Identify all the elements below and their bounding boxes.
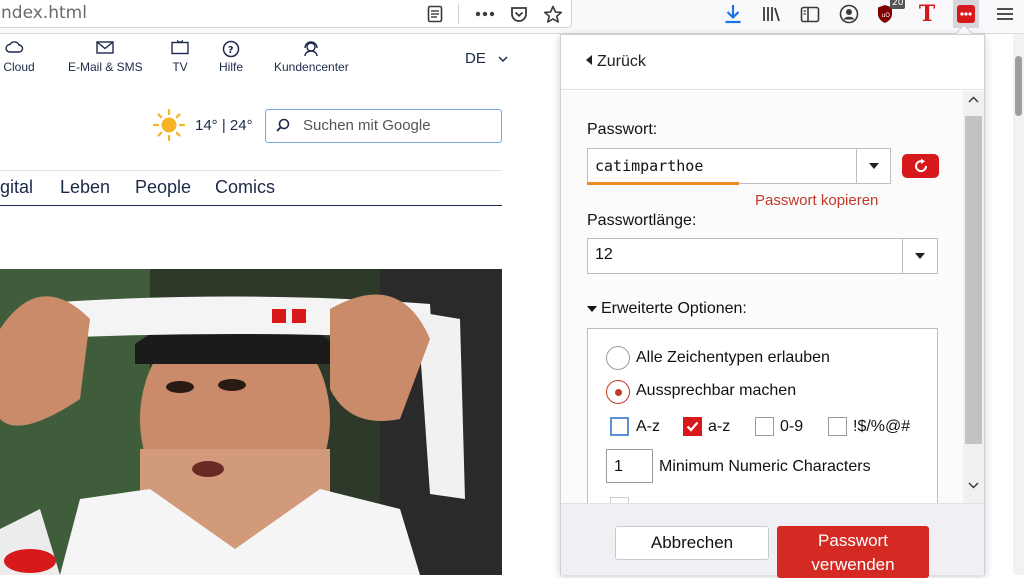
divider — [0, 170, 502, 171]
refresh-icon — [914, 158, 927, 173]
password-extension-button[interactable] — [953, 0, 979, 28]
download-icon[interactable] — [720, 2, 746, 26]
chevron-down-icon — [869, 163, 879, 169]
checkbox-lowercase[interactable] — [683, 417, 702, 436]
advanced-options-box: Alle Zeichentypen erlauben Aussprechbar … — [587, 328, 938, 503]
nav-label: Kundencenter — [274, 60, 349, 74]
advanced-options-title: Erweiterte Optionen: — [601, 300, 747, 317]
website-content: y Cloud E-Mail & SMS TV ? Hilfe Kundence… — [0, 34, 560, 575]
cloud-icon — [0, 40, 35, 60]
browser-toolbar: ndex.html uO 20 T — [0, 0, 1024, 34]
min-numeric-value: 1 — [614, 458, 623, 475]
length-select[interactable]: 12 — [587, 238, 938, 274]
menu-icon[interactable] — [992, 2, 1018, 26]
use-password-button[interactable]: Passwort verwenden — [777, 526, 929, 578]
radio-pronounceable[interactable] — [606, 380, 630, 404]
panel-footer: Abbrechen Passwort verwenden — [561, 503, 984, 578]
site-search-input[interactable]: Suchen mit Google — [265, 109, 502, 143]
password-strength-bar — [587, 182, 739, 185]
nav-label: TV — [172, 60, 188, 74]
nav-tv[interactable]: TV — [171, 40, 189, 74]
url-text: ndex.html — [1, 3, 87, 23]
radio-all-types-label: Alle Zeichentypen erlauben — [636, 349, 830, 366]
scroll-up-icon — [968, 96, 979, 103]
support-icon — [274, 40, 349, 60]
nav-cloud[interactable]: y Cloud — [0, 40, 35, 74]
pocket-icon[interactable] — [506, 2, 532, 26]
category-leben[interactable]: Leben — [60, 177, 110, 198]
password-label: Passwort: — [587, 121, 658, 138]
checkbox-digits-label: 0-9 — [780, 418, 804, 435]
regenerate-button[interactable] — [902, 154, 939, 178]
language-label: DE — [465, 50, 486, 67]
search-placeholder: Suchen mit Google — [303, 117, 431, 134]
nav-mail[interactable]: E-Mail & SMS — [68, 40, 143, 74]
tab-extension-icon[interactable]: T — [914, 1, 940, 27]
checkbox-lowercase-label: a-z — [708, 418, 731, 435]
checkbox-uppercase-label: A-z — [636, 418, 660, 435]
password-dropdown-button[interactable] — [856, 149, 891, 183]
length-value: 12 — [595, 246, 613, 263]
nav-label: Hilfe — [219, 60, 244, 74]
toolbar-separator — [458, 4, 459, 24]
panel-header: Zurück — [561, 35, 984, 90]
nav-label: E-Mail & SMS — [68, 60, 143, 74]
copy-password-link[interactable]: Passwort kopieren — [755, 192, 878, 209]
tv-icon — [171, 40, 189, 60]
password-extension-icon — [957, 5, 975, 23]
use-password-label-line2: verwenden — [811, 555, 895, 574]
length-label: Passwortlänge: — [587, 212, 697, 229]
panel-scroll-area: Passwort: catimparthoe Passwort kopieren… — [561, 91, 984, 503]
weather-temperature: 14° | 24° — [195, 117, 253, 134]
page-scrollbar-thumb[interactable] — [1015, 56, 1022, 116]
checkmark-icon — [686, 421, 699, 432]
search-icon — [276, 118, 290, 132]
use-password-label-line1: Passwort — [818, 531, 888, 550]
nav-help[interactable]: ? Hilfe — [219, 40, 243, 74]
ublock-icon[interactable]: uO 20 — [874, 0, 906, 26]
sun-icon — [152, 108, 186, 142]
library-icon[interactable] — [758, 2, 784, 26]
category-digital[interactable]: igital — [0, 177, 33, 198]
advanced-options-toggle[interactable]: Erweiterte Optionen: — [587, 300, 747, 318]
category-people[interactable]: People — [135, 177, 191, 198]
language-selector[interactable]: DE — [465, 50, 508, 67]
radio-pronounceable-label: Aussprechbar machen — [636, 382, 797, 399]
mail-icon — [68, 40, 143, 60]
back-arrow-icon — [586, 55, 592, 65]
checkbox-digits[interactable] — [755, 417, 774, 436]
ublock-badge: 20 — [890, 0, 906, 9]
back-label: Zurück — [597, 53, 646, 70]
checkbox-uppercase[interactable] — [610, 417, 629, 436]
sidebar-icon[interactable] — [797, 2, 823, 26]
category-comics[interactable]: Comics — [215, 177, 275, 198]
scroll-down-icon — [968, 482, 979, 489]
bookmark-star-icon[interactable] — [540, 2, 566, 26]
chevron-down-icon — [915, 253, 925, 259]
length-dropdown-button[interactable] — [902, 239, 937, 273]
nav-customer-center[interactable]: Kundencenter — [274, 40, 349, 74]
more-icon[interactable] — [472, 2, 498, 26]
caret-down-icon — [587, 306, 597, 312]
account-icon[interactable] — [836, 2, 862, 26]
category-underline — [0, 205, 502, 206]
password-value: catimparthoe — [595, 157, 704, 175]
svg-text:?: ? — [228, 45, 234, 56]
checkbox-symbols-label: !$/%@# — [853, 418, 911, 435]
reader-view-icon[interactable] — [422, 2, 448, 26]
article-photo[interactable] — [0, 269, 502, 575]
password-field[interactable]: catimparthoe — [587, 148, 891, 184]
cancel-button[interactable]: Abbrechen — [615, 526, 769, 560]
back-button[interactable]: Zurück — [585, 53, 646, 71]
panel-scrollbar-thumb[interactable] — [965, 116, 982, 444]
nav-label: y Cloud — [0, 60, 35, 74]
radio-all-types[interactable] — [606, 346, 630, 370]
min-numeric-input[interactable]: 1 — [606, 449, 653, 483]
min-numeric-label: Minimum Numeric Characters — [659, 458, 871, 475]
chevron-down-icon — [498, 56, 508, 63]
checkbox-symbols[interactable] — [828, 417, 847, 436]
password-generator-panel: Zurück Passwort: catimparthoe Passwort k… — [560, 34, 985, 578]
svg-text:uO: uO — [882, 12, 891, 19]
help-icon: ? — [219, 40, 243, 60]
